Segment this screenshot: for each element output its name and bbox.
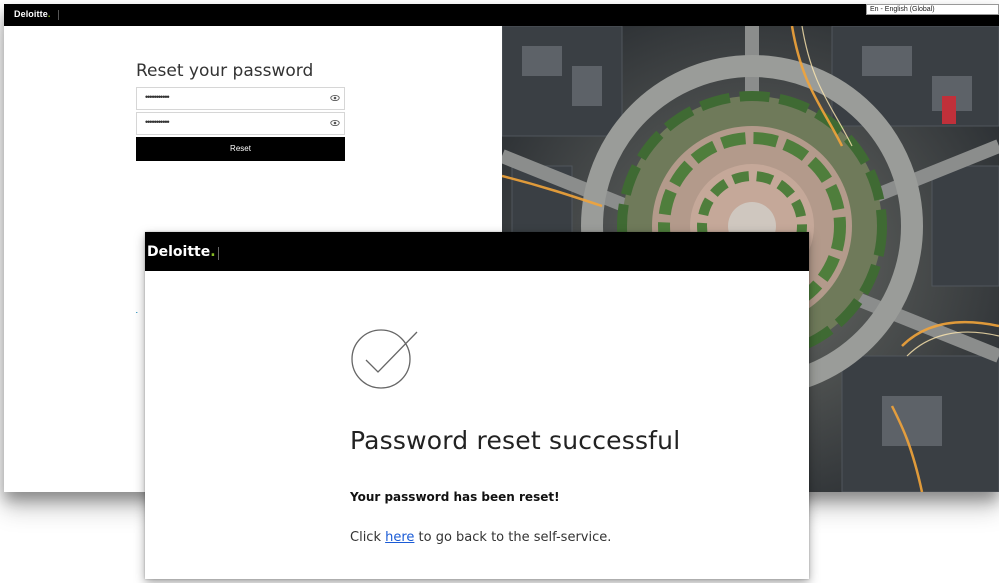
here-link[interactable]: here	[385, 530, 414, 545]
new-password-value: •••••••••••	[145, 92, 170, 102]
dialog-logo-separator	[218, 247, 219, 260]
new-password-field[interactable]: •••••••••••	[136, 87, 345, 110]
confirm-password-field[interactable]: •••••••••••	[136, 112, 345, 135]
success-title: Password reset successful	[350, 426, 681, 455]
back-top-bar: Deloitte. En - English (Global)	[4, 4, 999, 26]
reset-password-title: Reset your password	[136, 61, 314, 81]
confirm-password-value: •••••••••••	[145, 117, 170, 127]
language-select[interactable]: En - English (Global)	[866, 4, 999, 15]
reset-button[interactable]: Reset	[136, 137, 345, 161]
back-deloitte-logo: Deloitte.	[14, 9, 51, 19]
back-logo-separator	[58, 10, 59, 20]
success-subtitle: Your password has been reset!	[350, 490, 560, 504]
dialog-deloitte-logo: Deloitte.	[147, 244, 216, 260]
password-reset-success-dialog: Deloitte. Password reset successful Your…	[145, 232, 809, 579]
eye-icon[interactable]	[330, 93, 340, 103]
checkmark-circle-icon	[351, 329, 418, 389]
eye-icon[interactable]	[330, 118, 340, 128]
dialog-top-bar: Deloitte.	[145, 232, 809, 271]
back-to-self-service-text: Click here to go back to the self-servic…	[350, 530, 612, 545]
